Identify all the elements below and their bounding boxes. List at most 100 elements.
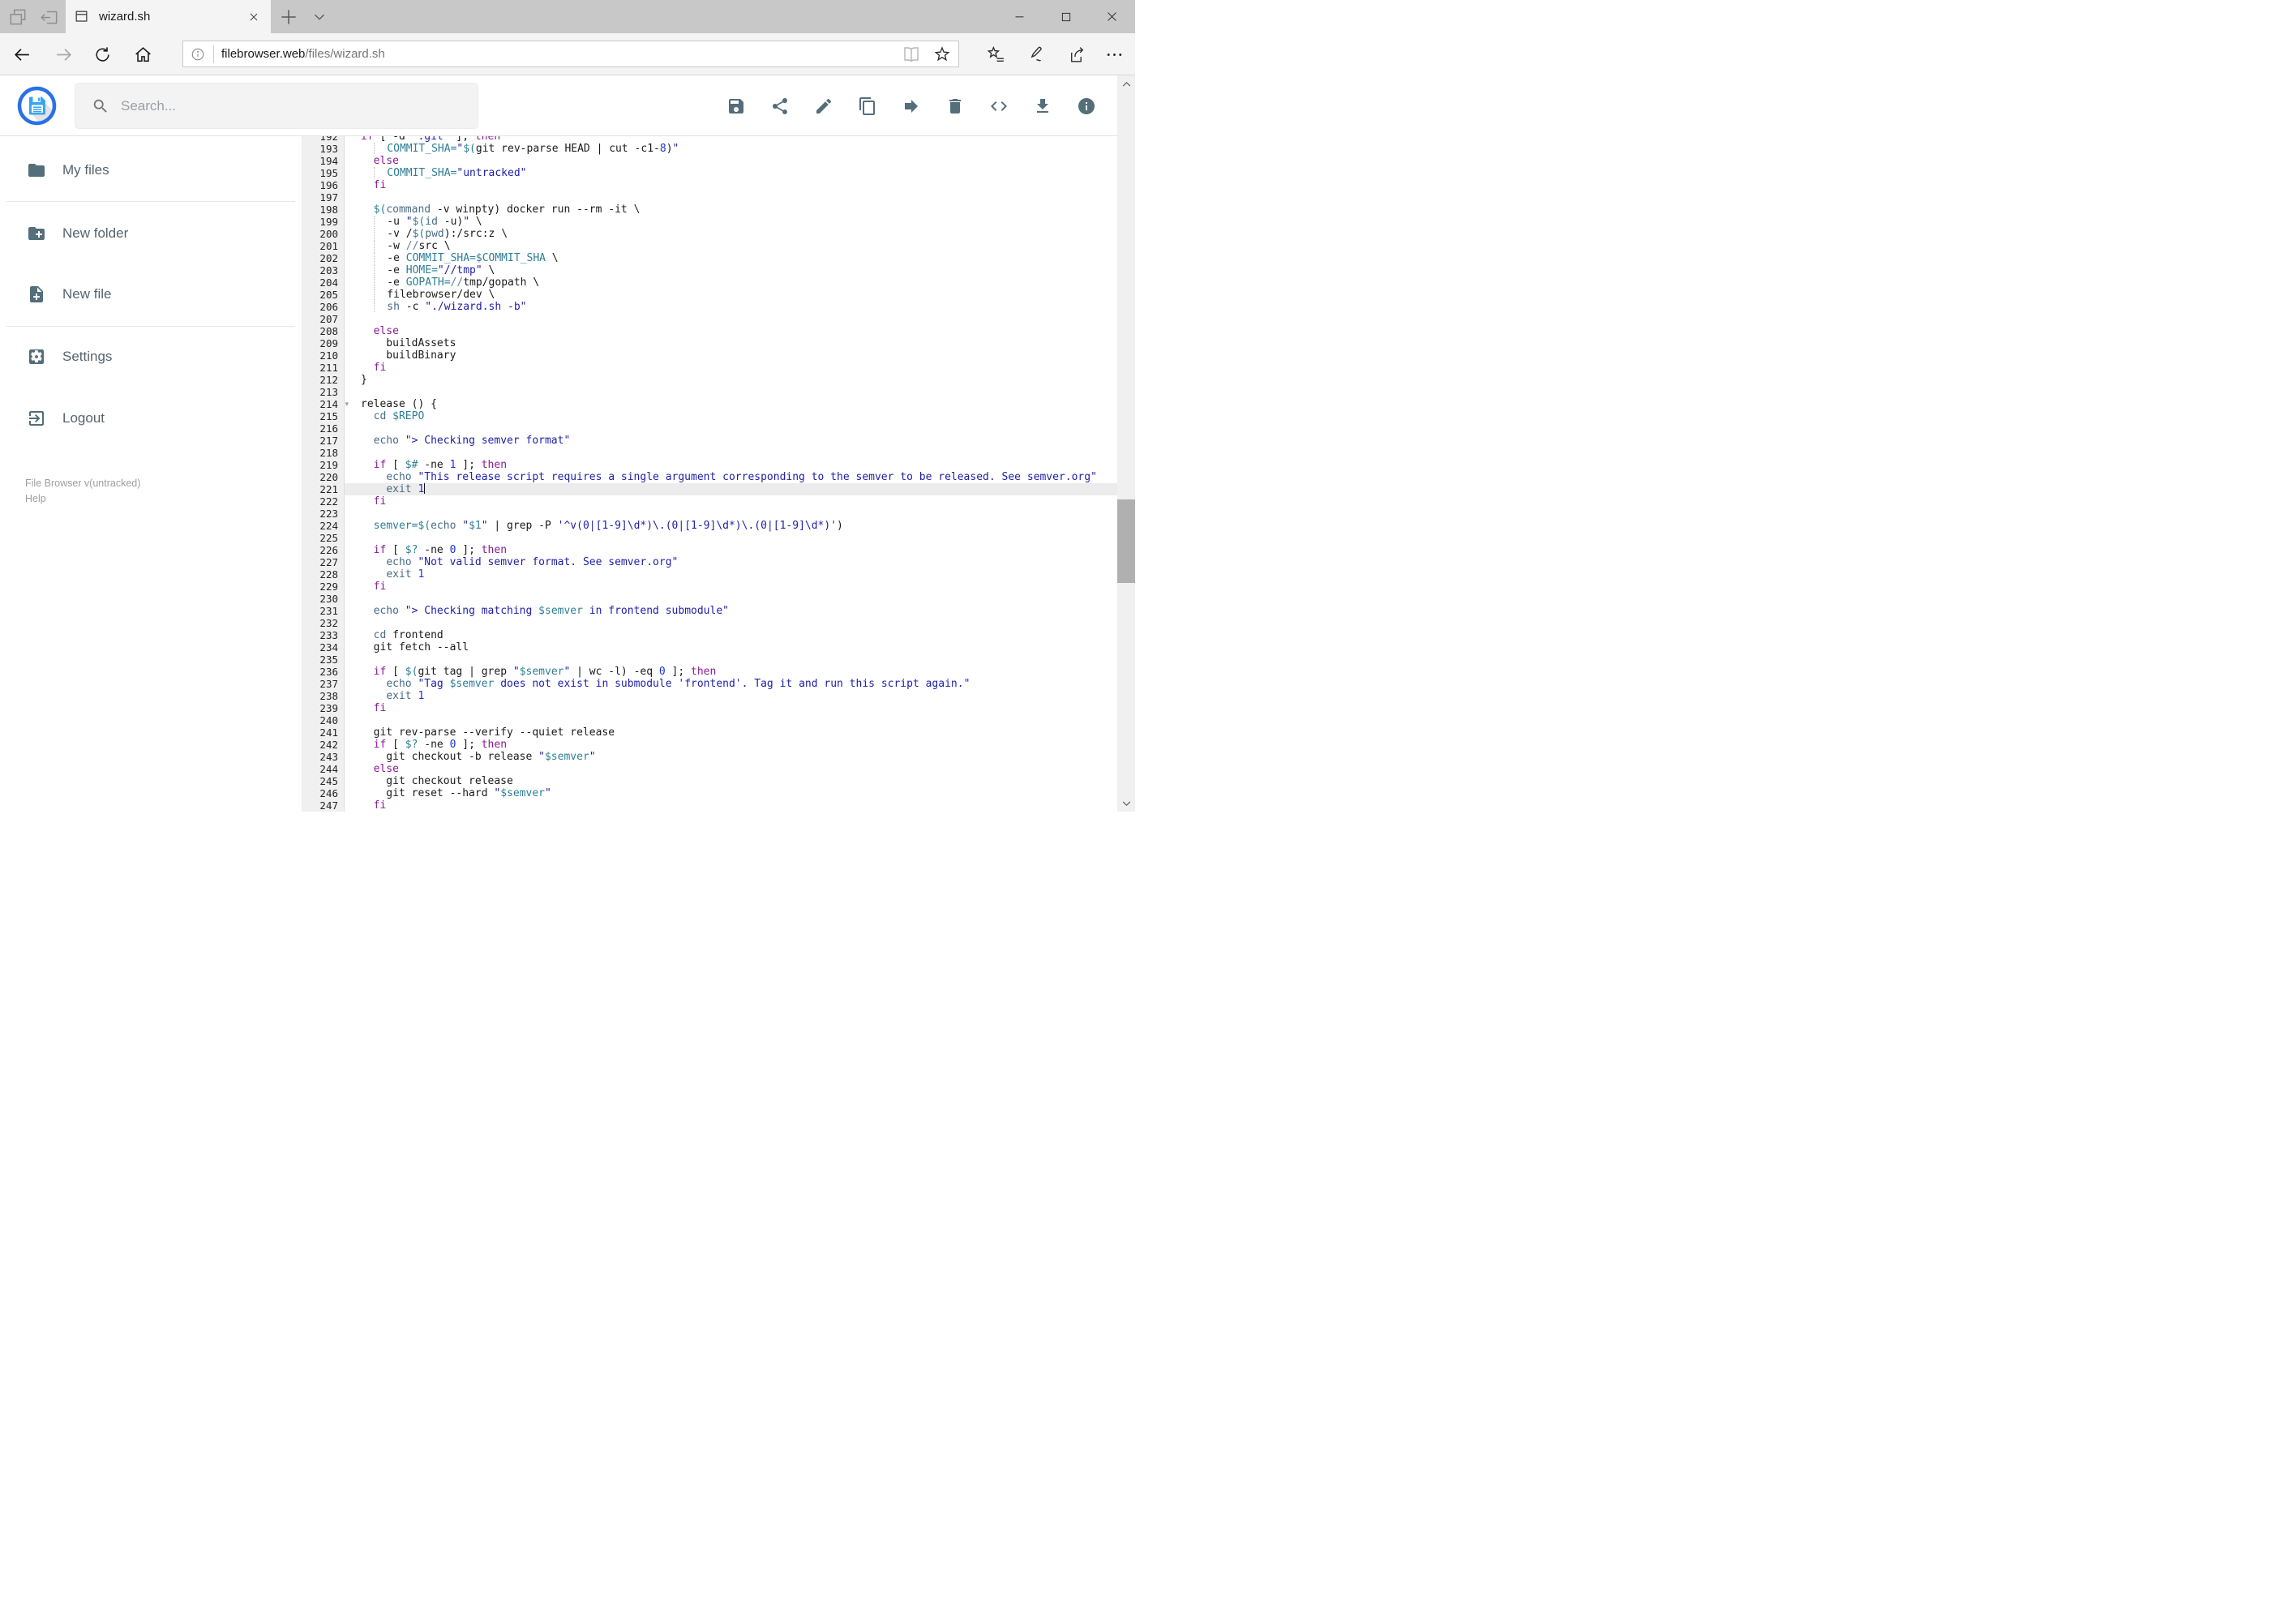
code-text[interactable]: semver=$(echo "$1" | grep -P '^v(0|[1-9]… (345, 520, 1117, 532)
code-text[interactable]: if [ $? -ne 0 ]; then (345, 544, 1117, 556)
code-text[interactable]: else (345, 763, 1117, 775)
code-text[interactable]: COMMIT_SHA="untracked" (345, 167, 1117, 179)
fold-arrow-icon[interactable]: ▾ (345, 398, 349, 410)
back-icon[interactable] (12, 45, 32, 65)
code-line[interactable]: 235 (302, 653, 1117, 666)
code-line[interactable]: 192 if [ -d ".git" ]; then (302, 136, 1117, 143)
code-text[interactable] (345, 653, 1117, 666)
code-text[interactable]: git checkout release (345, 775, 1117, 787)
code-line[interactable]: 214 ▾ release () { (302, 398, 1117, 410)
code-line[interactable]: 229 fi (302, 581, 1117, 593)
sidebar-item-new-file[interactable]: New file (0, 278, 302, 311)
browser-tab[interactable]: wizard.sh (66, 0, 271, 33)
code-text[interactable]: git checkout -b release "$semver" (345, 751, 1117, 763)
code-line[interactable]: 247 fi (302, 799, 1117, 812)
info-button[interactable] (1072, 92, 1101, 121)
code-line[interactable]: 211 fi (302, 362, 1117, 374)
code-text[interactable]: exit 1 (345, 483, 1117, 495)
code-text[interactable] (345, 422, 1117, 435)
code-line[interactable]: 194 else (302, 155, 1117, 167)
code-line[interactable]: 213 (302, 386, 1117, 398)
code-line[interactable]: 220 echo "This release script requires a… (302, 471, 1117, 483)
code-line[interactable]: 237 echo "Tag $semver does not exist in … (302, 678, 1117, 690)
code-line[interactable]: 203 -e HOME="//tmp" \ (302, 264, 1117, 276)
reading-view-icon[interactable] (902, 45, 921, 64)
new-tab-icon[interactable] (278, 6, 299, 28)
help-link[interactable]: Help (25, 491, 46, 506)
favorite-star-icon[interactable] (932, 45, 952, 64)
download-button[interactable] (1028, 92, 1057, 121)
code-text[interactable]: } (345, 374, 1117, 386)
code-line[interactable]: 195 COMMIT_SHA="untracked" (302, 167, 1117, 179)
code-text[interactable]: release () { (345, 398, 1117, 410)
address-bar[interactable]: filebrowser.web/files/wizard.sh (182, 41, 959, 67)
code-text[interactable]: git fetch --all (345, 641, 1117, 653)
code-line[interactable]: 202 -e COMMIT_SHA=$COMMIT_SHA \ (302, 252, 1117, 264)
move-button[interactable] (897, 92, 926, 121)
code-text[interactable]: echo "> Checking semver format" (345, 435, 1117, 447)
code-text[interactable]: fi (345, 495, 1117, 508)
code-line[interactable]: 201 -w //src \ (302, 240, 1117, 252)
code-line[interactable]: 223 (302, 508, 1117, 520)
code-text[interactable]: -u "$(id -u)" \ (345, 216, 1117, 228)
share-file-button[interactable] (765, 92, 795, 121)
code-text[interactable]: fi (345, 362, 1117, 374)
code-line[interactable]: 219 if [ $# -ne 1 ]; then (302, 459, 1117, 471)
sidebar-item-logout[interactable]: Logout (0, 402, 302, 435)
code-text[interactable]: $(command -v winpty) docker run --rm -it… (345, 204, 1117, 216)
code-text[interactable] (345, 714, 1117, 726)
code-line[interactable]: 205 filebrowser/dev \ (302, 289, 1117, 301)
code-text[interactable]: filebrowser/dev \ (345, 289, 1117, 301)
code-line[interactable]: 208 else (302, 325, 1117, 337)
code-text[interactable] (345, 508, 1117, 520)
code-line[interactable]: 221 exit 1 (302, 483, 1117, 495)
code-text[interactable] (345, 313, 1117, 325)
close-window-button[interactable] (1089, 0, 1135, 33)
code-text[interactable]: if [ $# -ne 1 ]; then (345, 459, 1117, 471)
code-line[interactable]: 233 cd frontend (302, 629, 1117, 641)
code-text[interactable]: exit 1 (345, 568, 1117, 581)
code-line[interactable]: 209 buildAssets (302, 337, 1117, 349)
code-line[interactable]: 234 git fetch --all (302, 641, 1117, 653)
code-text[interactable]: git reset --hard "$semver" (345, 787, 1117, 799)
code-line[interactable]: 236 if [ $(git tag | grep "$semver" | wc… (302, 666, 1117, 678)
tab-close-icon[interactable] (245, 8, 263, 26)
code-line[interactable]: 193 COMMIT_SHA="$(git rev-parse HEAD | c… (302, 143, 1117, 155)
code-text[interactable]: -e GOPATH=//tmp/gopath \ (345, 276, 1117, 289)
code-line[interactable]: 246 git reset --hard "$semver" (302, 787, 1117, 799)
code-line[interactable]: 238 exit 1 (302, 690, 1117, 702)
code-line[interactable]: 224 semver=$(echo "$1" | grep -P '^v(0|[… (302, 520, 1117, 532)
code-text[interactable]: -e COMMIT_SHA=$COMMIT_SHA \ (345, 252, 1117, 264)
code-text[interactable]: echo "Not valid semver format. See semve… (345, 556, 1117, 568)
site-info-icon[interactable] (191, 47, 205, 62)
code-text[interactable] (345, 593, 1117, 605)
code-text[interactable]: fi (345, 581, 1117, 593)
code-line[interactable]: 240 (302, 714, 1117, 726)
code-line[interactable]: 204 -e GOPATH=//tmp/gopath \ (302, 276, 1117, 289)
code-text[interactable]: -w //src \ (345, 240, 1117, 252)
code-text[interactable]: else (345, 155, 1117, 167)
code-line[interactable]: 218 (302, 447, 1117, 459)
code-text[interactable]: cd frontend (345, 629, 1117, 641)
code-text[interactable]: echo "This release script requires a sin… (345, 471, 1117, 483)
code-text[interactable]: fi (345, 799, 1117, 812)
code-line[interactable]: 217 echo "> Checking semver format" (302, 435, 1117, 447)
code-line[interactable]: 222 fi (302, 495, 1117, 508)
copy-button[interactable] (853, 92, 882, 121)
code-line[interactable]: 199 -u "$(id -u)" \ (302, 216, 1117, 228)
code-line[interactable]: 243 git checkout -b release "$semver" (302, 751, 1117, 763)
scroll-up-icon[interactable] (1117, 75, 1135, 93)
code-line[interactable]: 227 echo "Not valid semver format. See s… (302, 556, 1117, 568)
code-line[interactable]: 231 echo "> Checking matching $semver in… (302, 605, 1117, 617)
code-text[interactable] (345, 191, 1117, 204)
scroll-down-icon[interactable] (1117, 794, 1135, 812)
code-text[interactable]: COMMIT_SHA="$(git rev-parse HEAD | cut -… (345, 143, 1117, 155)
code-line[interactable]: 212} (302, 374, 1117, 386)
code-line[interactable]: 200 -v /$(pwd):/src:z \ (302, 228, 1117, 240)
code-text[interactable]: if [ $(git tag | grep "$semver" | wc -l)… (345, 666, 1117, 678)
filebrowser-logo[interactable] (17, 86, 57, 126)
code-text[interactable]: if [ $? -ne 0 ]; then (345, 739, 1117, 751)
code-text[interactable]: if [ -d ".git" ]; then (345, 136, 1117, 143)
delete-button[interactable] (941, 92, 970, 121)
url-text[interactable]: filebrowser.web/files/wizard.sh (221, 47, 890, 61)
